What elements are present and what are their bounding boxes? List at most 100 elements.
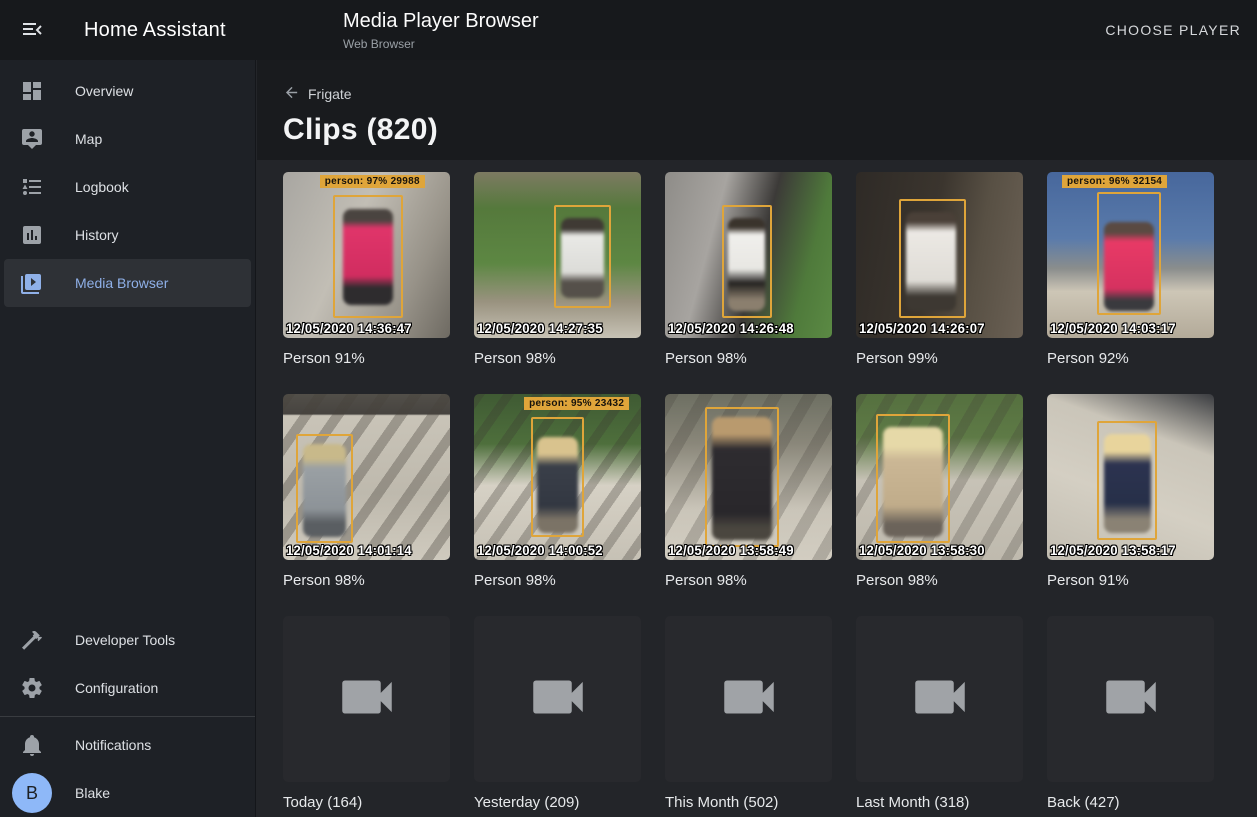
play-box-multiple-icon — [20, 271, 44, 295]
video-icon — [1098, 664, 1164, 735]
user-name: Blake — [75, 785, 110, 801]
media-browser-header: Frigate Clips (820) — [257, 60, 1257, 160]
page-title: Media Player Browser — [343, 8, 539, 34]
folder-label: This Month (502) — [665, 793, 832, 813]
sidebar-item-developer-tools[interactable]: Developer Tools — [0, 616, 255, 664]
clip-label: Person 98% — [474, 571, 641, 591]
clip-thumbnail: 12/05/2020 14:26:07 — [856, 172, 1023, 338]
detection-box — [554, 205, 611, 308]
clip-card[interactable]: 12/05/2020 14:01:14 Person 98% — [283, 394, 450, 591]
folder-tile — [665, 616, 832, 782]
folder-tile — [856, 616, 1023, 782]
clip-card[interactable]: person: 95% 23432 12/05/2020 14:00:52 Pe… — [474, 394, 641, 591]
sidebar-item-label: History — [75, 227, 119, 243]
sidebar-item-map[interactable]: Map — [0, 115, 255, 163]
sidebar-item-configuration[interactable]: Configuration — [0, 664, 255, 712]
clip-thumbnail: person: 96% 32154 12/05/2020 14:03:17 — [1047, 172, 1214, 338]
timestamp-overlay: 12/05/2020 14:27:35 — [477, 320, 603, 336]
clip-thumbnail: 12/05/2020 13:58:17 — [1047, 394, 1214, 560]
sidebar: Overview Map Logbook History Media Brows… — [0, 60, 256, 817]
detection-box — [722, 205, 772, 318]
breadcrumb-label: Frigate — [308, 86, 352, 102]
clip-card[interactable]: 12/05/2020 13:58:49 Person 98% — [665, 394, 832, 591]
clip-label: Person 91% — [283, 349, 450, 369]
sidebar-item-label: Map — [75, 131, 102, 147]
clip-card[interactable]: 12/05/2020 14:27:35 Person 98% — [474, 172, 641, 369]
detection-label: person: 96% 32154 — [1062, 175, 1167, 188]
detection-box — [333, 195, 403, 318]
folder-card-last-month[interactable]: Last Month (318) — [856, 616, 1023, 813]
hammer-icon — [20, 628, 44, 652]
folder-label: Last Month (318) — [856, 793, 1023, 813]
folder-card-back[interactable]: Back (427) — [1047, 616, 1214, 813]
tooltip-account-icon — [20, 127, 44, 151]
folder-card-today[interactable]: Today (164) — [283, 616, 450, 813]
folder-label: Back (427) — [1047, 793, 1214, 813]
sidebar-divider — [0, 716, 255, 717]
sidebar-item-label: Logbook — [75, 179, 129, 195]
clip-label: Person 98% — [856, 571, 1023, 591]
detection-box — [899, 199, 966, 319]
clip-label: Person 98% — [283, 571, 450, 591]
sidebar-item-history[interactable]: History — [0, 211, 255, 259]
folder-label: Yesterday (209) — [474, 793, 641, 813]
list-bulleted-icon — [20, 175, 44, 199]
clip-label: Person 98% — [665, 571, 832, 591]
view-dashboard-icon — [20, 79, 44, 103]
breadcrumb-back[interactable]: Frigate — [283, 84, 352, 104]
clip-label: Person 99% — [856, 349, 1023, 369]
avatar: B — [12, 773, 52, 813]
clip-thumbnail: 12/05/2020 14:01:14 — [283, 394, 450, 560]
clip-label: Person 98% — [665, 349, 832, 369]
clip-label: Person 91% — [1047, 571, 1214, 591]
clip-label: Person 92% — [1047, 349, 1214, 369]
menu-open-icon — [20, 17, 44, 44]
app-title: Home Assistant — [84, 19, 226, 42]
video-icon — [716, 664, 782, 735]
clip-thumbnail: 12/05/2020 13:58:30 — [856, 394, 1023, 560]
clip-card[interactable]: person: 97% 29988 12/05/2020 14:36:47 Pe… — [283, 172, 450, 369]
timestamp-overlay: 12/05/2020 14:26:48 — [668, 320, 794, 336]
clip-card[interactable]: 12/05/2020 13:58:17 Person 91% — [1047, 394, 1214, 591]
detection-box — [1097, 421, 1157, 541]
chart-box-icon — [20, 223, 44, 247]
sidebar-toggle-button[interactable] — [8, 6, 56, 54]
detection-label: person: 95% 23432 — [524, 397, 629, 410]
clip-label: Person 98% — [474, 349, 641, 369]
sidebar-item-overview[interactable]: Overview — [0, 67, 255, 115]
sidebar-item-label: Media Browser — [75, 275, 168, 291]
folder-card-yesterday[interactable]: Yesterday (209) — [474, 616, 641, 813]
clip-card[interactable]: 12/05/2020 14:26:07 Person 99% — [856, 172, 1023, 369]
page-subtitle: Web Browser — [343, 36, 539, 52]
sidebar-item-logbook[interactable]: Logbook — [0, 163, 255, 211]
folder-card-this-month[interactable]: This Month (502) — [665, 616, 832, 813]
detection-box — [876, 414, 949, 543]
detection-box — [531, 417, 584, 537]
timestamp-overlay: 12/05/2020 13:58:49 — [668, 542, 794, 558]
detection-label: person: 97% 29988 — [320, 175, 425, 188]
clip-card[interactable]: 12/05/2020 13:58:30 Person 98% — [856, 394, 1023, 591]
timestamp-overlay: 12/05/2020 14:36:47 — [286, 320, 412, 336]
timestamp-overlay: 12/05/2020 14:03:17 — [1050, 320, 1176, 336]
sidebar-item-user-profile[interactable]: B Blake — [0, 769, 255, 817]
sidebar-item-notifications[interactable]: Notifications — [0, 721, 255, 769]
clip-card[interactable]: 12/05/2020 14:26:48 Person 98% — [665, 172, 832, 369]
folder-tile — [283, 616, 450, 782]
sidebar-item-label: Overview — [75, 83, 133, 99]
timestamp-overlay: 12/05/2020 13:58:17 — [1050, 542, 1176, 558]
choose-player-button[interactable]: CHOOSE PLAYER — [1105, 0, 1241, 60]
media-grid-container: person: 97% 29988 12/05/2020 14:36:47 Pe… — [257, 160, 1257, 817]
detection-box — [296, 434, 353, 544]
timestamp-overlay: 12/05/2020 13:58:30 — [859, 542, 985, 558]
sidebar-item-media-browser[interactable]: Media Browser — [4, 259, 251, 307]
media-grid: person: 97% 29988 12/05/2020 14:36:47 Pe… — [283, 172, 1257, 813]
timestamp-overlay: 12/05/2020 14:00:52 — [477, 542, 603, 558]
timestamp-overlay: 12/05/2020 14:01:14 — [286, 542, 412, 558]
clip-card[interactable]: person: 96% 32154 12/05/2020 14:03:17 Pe… — [1047, 172, 1214, 369]
gear-icon — [20, 676, 44, 700]
sidebar-item-label: Developer Tools — [75, 632, 175, 648]
video-icon — [525, 664, 591, 735]
clip-thumbnail: person: 95% 23432 12/05/2020 14:00:52 — [474, 394, 641, 560]
sidebar-item-label: Configuration — [75, 680, 158, 696]
sidebar-item-label: Notifications — [75, 737, 151, 753]
